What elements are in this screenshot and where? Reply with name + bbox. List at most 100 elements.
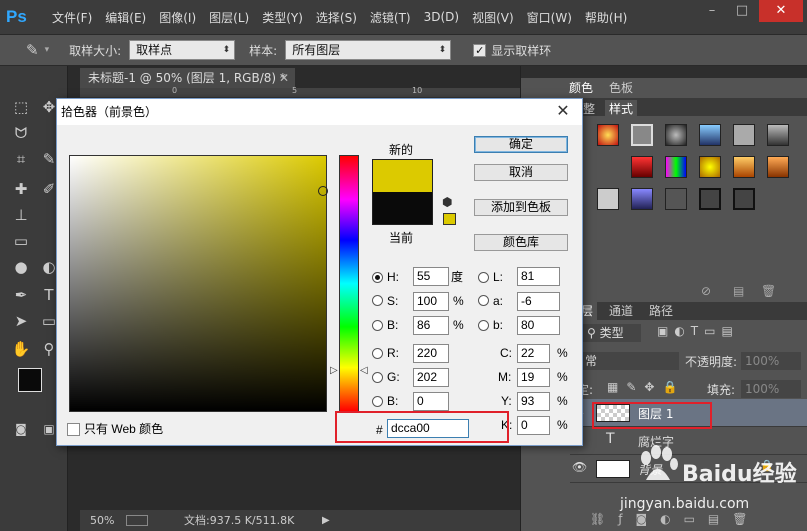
menu-view[interactable]: 视图(V) (472, 9, 514, 26)
style-swatch[interactable] (767, 156, 789, 178)
stamp-icon[interactable]: ⊥ (10, 204, 32, 226)
document-tab[interactable]: 未标题-1 @ 50% (图层 1, RGB/8) * ✕ (80, 68, 295, 88)
eye-visibility-icon[interactable]: 👁 (572, 460, 587, 474)
style-swatch[interactable] (767, 124, 789, 146)
fill-input[interactable]: 100% (741, 380, 801, 398)
blue-input[interactable]: 0 (413, 392, 449, 411)
hand-icon[interactable]: ✋ (10, 338, 32, 360)
style-swatch[interactable] (699, 124, 721, 146)
b-radio[interactable] (372, 320, 383, 331)
color-libraries-button[interactable]: 颜色库 (474, 234, 568, 251)
layer-filter-icons[interactable]: ▣◐T▭▤ (657, 324, 739, 338)
pen-icon[interactable]: ✒ (10, 284, 32, 306)
path-select-icon[interactable]: ➤ (10, 310, 32, 332)
y-input[interactable]: 93 (517, 392, 550, 411)
style-swatch[interactable] (631, 124, 653, 146)
lasso-icon[interactable]: ᗢ (10, 122, 32, 144)
menu-layer[interactable]: 图层(L) (209, 9, 249, 26)
opacity-input[interactable]: 100% (741, 352, 801, 370)
style-swatch[interactable] (665, 188, 687, 210)
hue-slider-left-arrow-icon[interactable]: ▷ (330, 365, 338, 376)
style-swatch[interactable] (665, 156, 687, 178)
lab-b-radio[interactable] (478, 320, 489, 331)
web-only-checkbox[interactable]: ✓ (67, 423, 80, 436)
tab-swatches[interactable]: 色板 (605, 79, 637, 97)
k-input[interactable]: 0 (517, 416, 550, 435)
r-input[interactable]: 220 (413, 344, 449, 363)
h-radio[interactable] (372, 272, 383, 283)
delete-style-icon[interactable]: ⊘ (701, 284, 711, 298)
menu-help[interactable]: 帮助(H) (585, 9, 627, 26)
h-input[interactable]: 55 (413, 267, 449, 286)
r-radio[interactable] (372, 348, 383, 359)
close-tab-icon[interactable]: ✕ (279, 68, 289, 88)
style-swatch[interactable] (699, 188, 721, 210)
a-radio[interactable] (478, 295, 489, 306)
trash-icon[interactable]: 🗑 (761, 284, 776, 298)
style-swatch[interactable] (631, 156, 653, 178)
a-input[interactable]: -6 (517, 292, 560, 311)
blur-icon[interactable]: ● (10, 256, 32, 278)
s-radio[interactable] (372, 295, 383, 306)
lab-b-input[interactable]: 80 (517, 316, 560, 335)
color-field-marker[interactable] (318, 186, 328, 196)
style-swatch[interactable] (733, 124, 755, 146)
tab-styles[interactable]: 样式 (605, 100, 638, 118)
g-radio[interactable] (372, 372, 383, 383)
menu-image[interactable]: 图像(I) (159, 9, 196, 26)
color-field[interactable] (69, 155, 327, 412)
tab-channels[interactable]: 通道 (605, 302, 637, 320)
sample-select[interactable]: 所有图层 ⬍ (285, 40, 452, 60)
blend-mode-select[interactable]: 常 (581, 352, 679, 370)
tab-paths[interactable]: 路径 (645, 302, 677, 320)
ok-button[interactable]: 确定 (474, 136, 568, 153)
lock-icons[interactable]: ▦✎✥🔒 (607, 380, 685, 394)
zoom-level[interactable]: 50% (90, 510, 114, 531)
g-input[interactable]: 202 (413, 368, 449, 387)
hue-slider[interactable] (339, 155, 359, 412)
eyedropper-icon[interactable]: ✎ (26, 41, 39, 59)
healing-icon[interactable]: ✚ (10, 178, 32, 200)
eraser-icon[interactable]: ▭ (10, 230, 32, 252)
menu-filter[interactable]: 滤镜(T) (370, 9, 411, 26)
tab-color[interactable]: 颜色 (565, 79, 598, 97)
menu-3d[interactable]: 3D(D) (424, 10, 459, 24)
layer-filter-select[interactable]: ⚲ 类型 (583, 324, 641, 342)
chevron-down-icon[interactable]: ▾ (45, 45, 50, 55)
menu-file[interactable]: 文件(F) (52, 9, 92, 26)
style-swatch[interactable] (733, 156, 755, 178)
style-swatch[interactable] (597, 188, 619, 210)
show-ring-checkbox[interactable]: ✓ (473, 43, 487, 57)
chevron-right-icon[interactable]: ▶ (322, 510, 330, 531)
maximize-icon[interactable]: □ (727, 0, 757, 22)
menu-select[interactable]: 选择(S) (316, 9, 357, 26)
quick-mask-icon[interactable]: ◙ (10, 418, 32, 440)
new-style-icon[interactable]: ▤ (733, 284, 744, 298)
close-icon[interactable]: ✕ (552, 101, 574, 123)
cancel-button[interactable]: 取消 (474, 164, 568, 181)
sample-size-select[interactable]: 取样点 ⬍ (129, 40, 236, 60)
style-swatch[interactable] (631, 188, 653, 210)
minimize-icon[interactable]: – (697, 0, 727, 22)
3d-cube-icon[interactable]: ⬢ (442, 195, 452, 209)
close-window-icon[interactable]: ✕ (759, 0, 803, 22)
menu-type[interactable]: 类型(Y) (262, 9, 303, 26)
marquee-icon[interactable]: ⬚ (10, 96, 32, 118)
l-input[interactable]: 81 (517, 267, 560, 286)
current-color-swatch[interactable] (372, 192, 433, 225)
style-swatch[interactable] (597, 124, 619, 146)
s-input[interactable]: 100 (413, 292, 449, 311)
web-safe-swatch[interactable] (443, 213, 456, 225)
blue-radio[interactable] (372, 396, 383, 407)
style-swatch[interactable] (665, 124, 687, 146)
l-radio[interactable] (478, 272, 489, 283)
crop-icon[interactable]: ⌗ (10, 148, 32, 170)
add-to-swatches-button[interactable]: 添加到色板 (474, 199, 568, 216)
c-input[interactable]: 22 (517, 344, 550, 363)
style-swatch[interactable] (733, 188, 755, 210)
menu-edit[interactable]: 编辑(E) (105, 9, 146, 26)
foreground-color-swatch[interactable] (18, 368, 42, 392)
m-input[interactable]: 19 (517, 368, 550, 387)
menu-window[interactable]: 窗口(W) (527, 9, 572, 26)
style-swatch[interactable] (699, 156, 721, 178)
